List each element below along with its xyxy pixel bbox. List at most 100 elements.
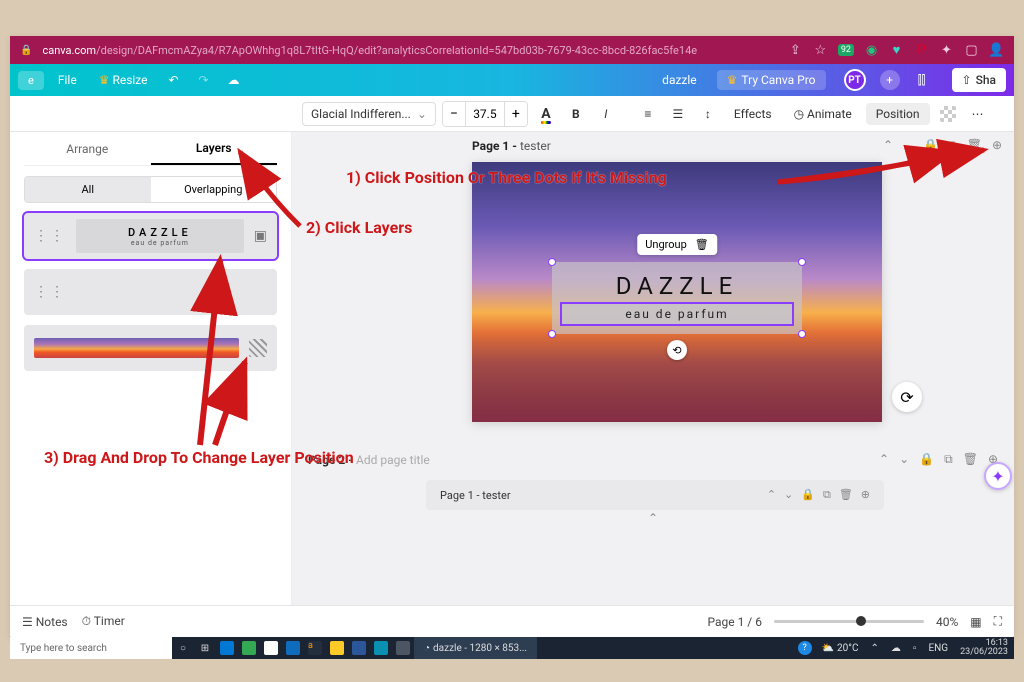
layers-tab[interactable]: Layers <box>151 132 278 165</box>
file-menu[interactable]: File <box>50 70 85 90</box>
share-button[interactable]: ⇧ Sha <box>952 68 1006 92</box>
home-tab[interactable]: e <box>18 71 44 90</box>
app-icon[interactable] <box>392 637 414 659</box>
amazon-icon[interactable]: a <box>304 637 326 659</box>
spacing-icon[interactable]: ↕ <box>696 102 720 126</box>
font-selector[interactable]: Glacial Indifferen...⌄ <box>302 102 436 126</box>
effects-button[interactable]: Effects <box>726 103 780 125</box>
tripadvisor-icon[interactable] <box>238 637 260 659</box>
grid-view-icon[interactable]: ▦ <box>970 615 981 629</box>
weather-widget[interactable]: ⛅ 20°C <box>816 637 865 659</box>
heart-icon[interactable]: ♥ <box>889 43 904 58</box>
profile-avatar-icon[interactable]: 👤 <box>989 43 1004 58</box>
duplicate-page-icon[interactable]: ⧉ <box>944 452 953 467</box>
filter-overlapping[interactable]: Overlapping <box>151 177 277 202</box>
timer-button[interactable]: ⏱ Timer <box>82 614 125 629</box>
mail-icon[interactable] <box>282 637 304 659</box>
tray-chevron-icon[interactable]: ⌃ <box>865 637 885 659</box>
extensions-puzzle-icon[interactable]: ✦ <box>939 43 954 58</box>
delete-element-icon[interactable]: 🗑 <box>695 238 709 251</box>
lock-page-icon[interactable]: 🔒 <box>923 138 938 153</box>
more-dots-icon[interactable]: ⋯ <box>966 102 990 126</box>
drag-handle-icon[interactable]: ⋮⋮ <box>34 228 66 244</box>
grammarly-icon[interactable]: ◉ <box>864 43 879 58</box>
document-title[interactable]: dazzle <box>662 73 696 87</box>
bookmark-star-icon[interactable]: ☆ <box>813 43 828 58</box>
cortana-icon[interactable]: ○ <box>172 637 194 659</box>
design-title-text[interactable]: DAZZLE <box>562 272 792 300</box>
magic-sparkle-icon[interactable]: ✦ <box>984 462 1012 490</box>
layer-item-image[interactable] <box>24 325 277 371</box>
page-thumbnail-row[interactable]: Page 1 - tester ⌃ ⌄ 🔒 ⧉ 🗑 ⊕ <box>426 480 884 510</box>
list-icon[interactable]: ☰ <box>666 102 690 126</box>
add-collaborator-icon[interactable]: + <box>880 70 900 90</box>
lock-page-icon[interactable]: 🔒 <box>919 452 934 467</box>
increase-size-button[interactable]: + <box>505 102 527 126</box>
font-size-stepper[interactable]: − + <box>442 101 528 127</box>
collapse-up-icon[interactable]: ⌃ <box>883 138 893 153</box>
photos-icon[interactable] <box>370 637 392 659</box>
layer-item-empty[interactable]: ⋮⋮ <box>24 269 277 315</box>
share-page-icon[interactable]: ⇪ <box>788 43 803 58</box>
resize-button[interactable]: ♛ Resize <box>91 70 156 90</box>
drag-handle-icon[interactable]: ⋮⋮ <box>34 284 66 300</box>
user-avatar[interactable]: PT <box>844 69 866 91</box>
zoom-level[interactable]: 40% <box>936 615 958 629</box>
design-subtitle-text[interactable]: eau de parfum <box>562 304 792 324</box>
ungroup-button[interactable]: Ungroup <box>645 238 687 251</box>
notes-button[interactable]: ☰ Notes <box>22 615 68 629</box>
redo-icon[interactable]: ↷ <box>192 73 216 87</box>
filter-all[interactable]: All <box>25 177 151 202</box>
page-counter[interactable]: Page 1 / 6 <box>707 615 762 629</box>
refresh-icon[interactable]: ⟳ <box>892 382 922 412</box>
collapse-down-icon[interactable]: ⌄ <box>899 452 909 467</box>
explorer-icon[interactable] <box>326 637 348 659</box>
layer-item-text-group[interactable]: ⋮⋮ DAZZLE eau de parfum ▣ <box>24 213 277 259</box>
delete-page-icon[interactable]: 🗑 <box>963 452 978 467</box>
pinterest-icon[interactable]: P <box>914 43 929 58</box>
language-indicator[interactable]: ENG <box>922 637 954 659</box>
store-icon[interactable] <box>260 637 282 659</box>
cloud-save-icon[interactable]: ☁ <box>222 73 246 87</box>
font-size-input[interactable] <box>465 102 505 126</box>
canvas-area[interactable]: Page 1 - tester ⌃ ⌄ 🔒 ⧉ 🗑 ⊕ Ungroup 🗑 <box>292 132 1014 605</box>
tray-icon[interactable]: ▫ <box>907 637 923 659</box>
undo-icon[interactable]: ↶ <box>162 73 186 87</box>
help-tray-icon[interactable]: ? <box>794 637 816 659</box>
taskbar-search[interactable]: Type here to search <box>10 637 172 659</box>
tabs-icon[interactable]: ▢ <box>964 43 979 58</box>
arrange-tab[interactable]: Arrange <box>24 132 151 165</box>
duplicate-page-icon[interactable]: ⧉ <box>948 138 957 153</box>
edge-icon[interactable] <box>216 637 238 659</box>
taskview-icon[interactable]: ⊞ <box>194 637 216 659</box>
extension-badge[interactable]: 92 <box>838 44 854 56</box>
bold-button[interactable]: B <box>564 102 588 126</box>
bottom-status-bar: ☰ Notes ⏱ Timer Page 1 / 6 40% ▦ ⛶ <box>10 605 1014 637</box>
active-window[interactable]: ◔ dazzle - 1280 × 853... <box>414 637 537 659</box>
rotate-handle-icon[interactable]: ⟲ <box>667 340 687 360</box>
try-pro-button[interactable]: ♛Try Canva Pro <box>717 70 826 90</box>
text-color-icon[interactable]: A <box>534 102 558 126</box>
animate-button[interactable]: ◷ Animate <box>786 103 860 125</box>
group-icon[interactable]: ▣ <box>254 228 267 244</box>
taskbar-clock[interactable]: 16:1323/06/2023 <box>954 639 1014 657</box>
position-button[interactable]: Position <box>866 103 930 125</box>
expand-pages-icon[interactable]: ⌃ <box>648 511 658 525</box>
decrease-size-button[interactable]: − <box>443 102 465 126</box>
collapse-up-icon[interactable]: ⌃ <box>879 452 889 467</box>
word-icon[interactable] <box>348 637 370 659</box>
analytics-icon[interactable]: ⫿⫿ <box>910 73 934 88</box>
onedrive-tray-icon[interactable]: ☁ <box>885 637 907 659</box>
background-icon <box>249 339 267 357</box>
zoom-slider[interactable] <box>774 620 924 623</box>
alignment-icon[interactable]: ≡ <box>636 102 660 126</box>
transparency-icon[interactable] <box>936 102 960 126</box>
design-canvas[interactable]: Ungroup 🗑 DAZZLE eau de parfum ⟲ ⟳ <box>472 162 882 422</box>
add-page-icon[interactable]: ⊕ <box>992 138 1002 153</box>
delete-page-icon[interactable]: 🗑 <box>967 138 982 153</box>
collapse-down-icon[interactable]: ⌄ <box>903 138 913 153</box>
italic-button[interactable]: I <box>594 102 618 126</box>
fullscreen-icon[interactable]: ⛶ <box>994 614 1002 629</box>
text-group-element[interactable]: Ungroup 🗑 DAZZLE eau de parfum ⟲ <box>552 262 802 334</box>
text-toolbar: Glacial Indifferen...⌄ − + A B I ≡ ☰ ↕ E… <box>10 96 1014 132</box>
